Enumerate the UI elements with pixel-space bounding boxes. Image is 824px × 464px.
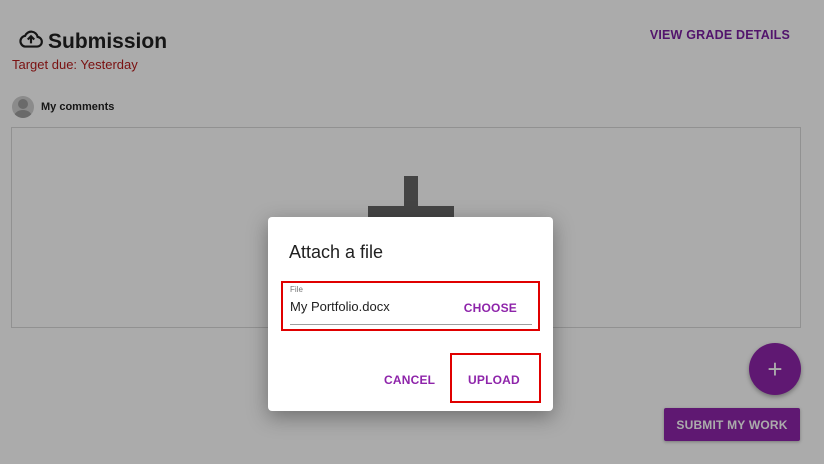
cancel-button[interactable]: CANCEL <box>384 373 435 387</box>
file-field-highlight <box>281 281 540 331</box>
upload-button-highlight <box>450 353 541 403</box>
dialog-title: Attach a file <box>289 242 384 262</box>
